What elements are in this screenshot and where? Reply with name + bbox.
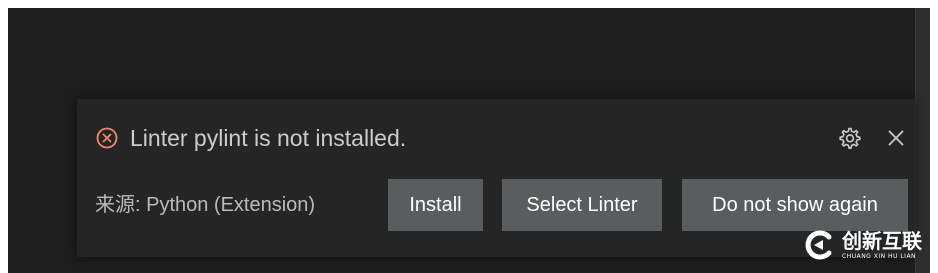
watermark-subtext: CHUANG XIN HU LIAN — [842, 253, 917, 260]
select-linter-button[interactable]: Select Linter — [502, 179, 662, 231]
notification-source: 来源: Python (Extension) — [95, 194, 316, 216]
error-icon — [96, 127, 118, 149]
brand-logo-icon — [803, 229, 835, 261]
notification-toast: Linter pylint is not installed. 来源: Pyth… — [77, 99, 915, 257]
close-icon[interactable] — [884, 126, 908, 150]
notification-message: Linter pylint is not installed. — [130, 125, 407, 151]
watermark: 创新互联 CHUANG XIN HU LIAN — [800, 227, 934, 267]
watermark-text: 创新互联 — [842, 229, 922, 253]
do-not-show-again-button[interactable]: Do not show again — [682, 179, 908, 231]
gear-icon[interactable] — [836, 125, 862, 151]
install-button[interactable]: Install — [388, 179, 483, 231]
